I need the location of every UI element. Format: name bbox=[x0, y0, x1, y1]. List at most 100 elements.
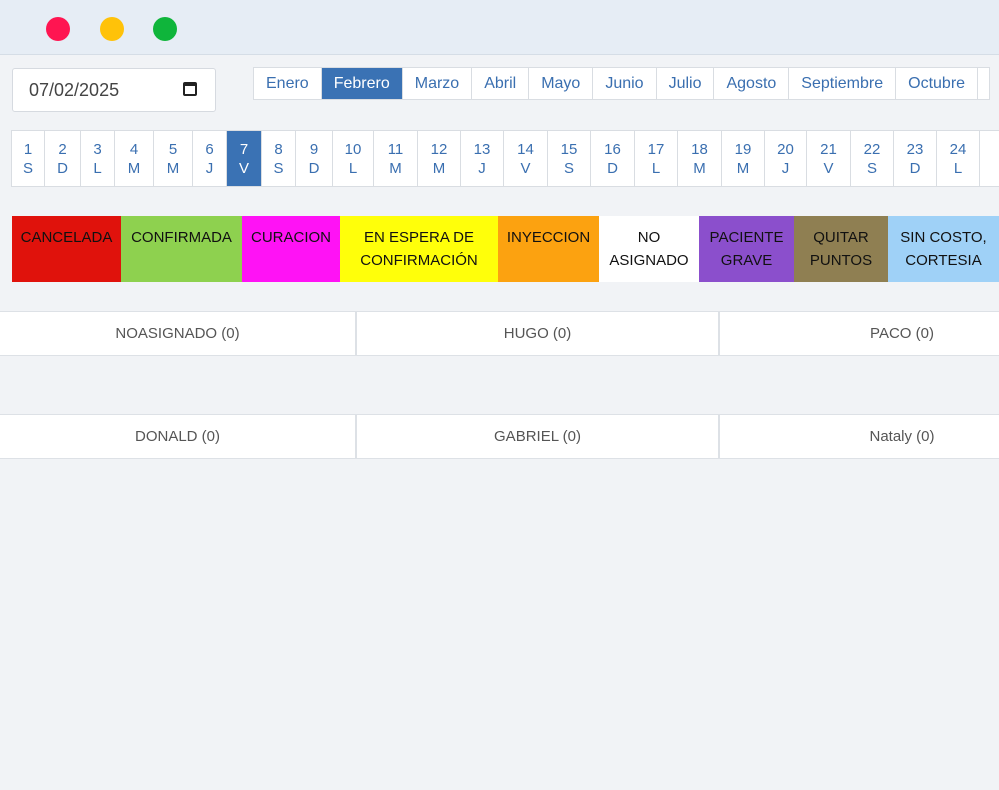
day-tab-16[interactable]: 16 D bbox=[591, 131, 635, 186]
day-weekday: M bbox=[432, 159, 446, 177]
day-number: 2 bbox=[58, 140, 67, 158]
date-input-value: 07/02/2025 bbox=[29, 79, 120, 100]
day-tab-4[interactable]: 4M bbox=[115, 131, 154, 186]
day-tab-8[interactable]: 8S bbox=[262, 131, 296, 186]
day-weekday: J bbox=[781, 159, 790, 177]
legend-item-0: CANCELADA bbox=[12, 216, 121, 282]
doctor-row-1: NOASIGNADO (0) HUGO (0) PACO (0) bbox=[0, 311, 999, 356]
day-tab-21[interactable]: 21 V bbox=[807, 131, 851, 186]
day-weekday: D bbox=[308, 159, 320, 177]
day-number: 23 bbox=[906, 140, 924, 158]
day-number: 24 bbox=[949, 140, 967, 158]
month-tab-junio[interactable]: Junio bbox=[593, 68, 657, 99]
doctor-column-header: PACO (0) bbox=[720, 311, 999, 356]
window-titlebar bbox=[0, 0, 999, 55]
day-tab-23[interactable]: 23 D bbox=[894, 131, 937, 186]
doctor-name-label: GABRIEL (0) bbox=[494, 428, 581, 445]
day-tab-6[interactable]: 6J bbox=[193, 131, 227, 186]
month-tab-julio[interactable]: Julio bbox=[657, 68, 715, 99]
doctor-row-2: DONALD (0) GABRIEL (0) Nataly (0) bbox=[0, 414, 999, 459]
date-input[interactable]: 07/02/2025 bbox=[12, 68, 216, 112]
day-tab-20[interactable]: 20 J bbox=[765, 131, 807, 186]
month-tab-octubre[interactable]: Octubre bbox=[896, 68, 979, 99]
month-tab-overflow[interactable] bbox=[978, 68, 991, 99]
day-number: 5 bbox=[168, 140, 178, 158]
day-weekday: V bbox=[520, 159, 531, 177]
day-tab-2[interactable]: 2D bbox=[45, 131, 81, 186]
day-weekday: M bbox=[693, 159, 706, 177]
legend-item-7: QUITAR PUNTOS bbox=[794, 216, 888, 282]
month-tab-septiembre[interactable]: Septiembre bbox=[789, 68, 897, 99]
day-number: 18 bbox=[691, 140, 708, 158]
day-number: 14 bbox=[517, 140, 534, 158]
day-tabs: 1 S 2 D 3 L 4 M 5 M 6 J 7 V 8 S 9 D 10 L 11 M 12 M 13 J 14 V 15 S 16 D 1… bbox=[11, 130, 999, 187]
legend-item-3: EN ESPERA DE CONFIRMACIÓN bbox=[340, 216, 498, 282]
legend-item-2: CURACION bbox=[242, 216, 340, 282]
close-window-button[interactable] bbox=[46, 17, 70, 41]
day-tab-24[interactable]: 24 L bbox=[937, 131, 980, 186]
day-number: 20 bbox=[777, 140, 794, 158]
day-weekday: S bbox=[563, 159, 574, 177]
month-tab-marzo[interactable]: Marzo bbox=[403, 68, 473, 99]
doctor-column-header: NOASIGNADO (0) bbox=[0, 311, 357, 356]
day-weekday: D bbox=[607, 159, 618, 177]
day-number: 19 bbox=[734, 140, 752, 158]
month-tab-enero[interactable]: Enero bbox=[254, 68, 322, 99]
month-tabs: Enero Febrero Marzo Abril Mayo Junio Julio Agos… bbox=[253, 67, 991, 100]
day-number: 6 bbox=[205, 140, 214, 158]
day-tab-5[interactable]: 5M bbox=[154, 131, 193, 186]
month-tab-febrero[interactable]: Febrero bbox=[321, 68, 403, 99]
day-weekday: M bbox=[389, 159, 402, 177]
day-tab-13[interactable]: 13 J bbox=[461, 131, 504, 186]
day-weekday: S bbox=[273, 159, 284, 177]
day-number: 15 bbox=[560, 140, 578, 158]
day-weekday: J bbox=[478, 159, 486, 177]
minimize-window-button[interactable] bbox=[100, 17, 124, 41]
day-tab-17[interactable]: 17 L bbox=[635, 131, 678, 186]
legend-item-4: INYECCION bbox=[498, 216, 599, 282]
day-tab-14[interactable]: 14 V bbox=[504, 131, 548, 186]
day-weekday: L bbox=[651, 159, 661, 177]
day-tab-overflow[interactable] bbox=[980, 131, 999, 186]
month-tab-agosto[interactable]: Agosto bbox=[714, 68, 790, 99]
day-weekday: V bbox=[823, 159, 834, 177]
day-number: 11 bbox=[387, 140, 404, 158]
day-number: 7 bbox=[239, 140, 249, 158]
doctor-name-label: PACO (0) bbox=[870, 325, 934, 342]
day-tab-11[interactable]: 11 M bbox=[374, 131, 418, 186]
day-weekday: V bbox=[238, 159, 249, 177]
day-weekday: L bbox=[348, 159, 358, 177]
day-number: 16 bbox=[604, 140, 621, 158]
day-weekday: L bbox=[953, 159, 963, 177]
month-tab-mayo[interactable]: Mayo bbox=[529, 68, 594, 99]
day-weekday: J bbox=[205, 159, 214, 177]
day-tab-3[interactable]: 3L bbox=[81, 131, 115, 186]
day-tab-15[interactable]: 15 S bbox=[548, 131, 591, 186]
doctor-name-label: Nataly (0) bbox=[869, 428, 935, 445]
day-weekday: D bbox=[909, 159, 921, 177]
doctor-column-header: HUGO (0) bbox=[357, 311, 720, 356]
day-tab-19[interactable]: 19 M bbox=[722, 131, 765, 186]
legend-item-5: NO ASIGNADO bbox=[599, 216, 699, 282]
day-number: 10 bbox=[344, 140, 362, 158]
month-tab-abril[interactable]: Abril bbox=[472, 68, 530, 99]
day-number: 22 bbox=[863, 140, 881, 158]
calendar-icon[interactable] bbox=[183, 82, 197, 96]
maximize-window-button[interactable] bbox=[153, 17, 177, 41]
day-tab-9[interactable]: 9D bbox=[296, 131, 333, 186]
day-number: 13 bbox=[473, 140, 491, 158]
day-weekday: M bbox=[736, 159, 750, 177]
day-weekday: S bbox=[866, 159, 877, 177]
day-tab-7[interactable]: 7V bbox=[227, 131, 262, 186]
day-tab-22[interactable]: 22 S bbox=[851, 131, 894, 186]
day-tab-10[interactable]: 10 L bbox=[333, 131, 374, 186]
day-number: 21 bbox=[820, 140, 837, 158]
day-number: 12 bbox=[430, 140, 448, 158]
day-tab-12[interactable]: 12 M bbox=[418, 131, 461, 186]
status-legend: CANCELADA CONFIRMADA CURACION EN ESPERA DE … bbox=[12, 216, 999, 282]
day-number: 9 bbox=[309, 140, 319, 158]
day-weekday: M bbox=[166, 159, 180, 177]
day-tab-18[interactable]: 18 M bbox=[678, 131, 722, 186]
day-number: 8 bbox=[274, 140, 283, 158]
day-tab-1[interactable]: 1S bbox=[12, 131, 45, 186]
